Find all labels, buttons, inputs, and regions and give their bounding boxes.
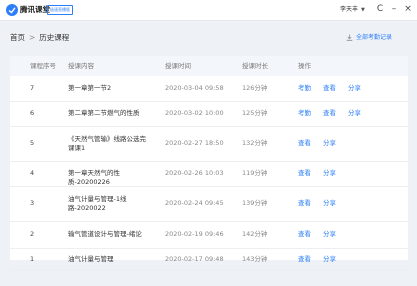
header-course-no: 课程序号 [30,62,56,70]
course-name: 第一章天然气的性质-20200226 [68,169,120,186]
course-duration: 132分钟 [242,139,268,147]
refresh-icon[interactable]: C [375,3,385,16]
breadcrumb-current: 历史课程 [39,33,70,42]
header-time: 授课时间 [165,62,191,70]
course-duration: 125分钟 [242,109,268,117]
table-header: 课程序号 授课内容 授课时间 授课时长 操作 [10,56,408,76]
course-duration: 119分钟 [242,169,268,177]
course-name: 油气计量与管理-1线路-2020022 [68,194,127,212]
view-link[interactable]: 查看 [298,126,311,161]
share-link[interactable]: 分享 [323,186,336,221]
header-duration: 授课时长 [242,62,268,70]
breadcrumb-separator: > [29,33,36,42]
table-row: 3 油气计量与管理-1线路-2020022 2020-02-24 09:45 139分… [10,186,408,222]
share-link[interactable]: 分享 [348,101,361,126]
download-icon [346,34,353,41]
view-link[interactable]: 查看 [323,76,336,101]
tencent-classroom-logo-icon [6,4,18,16]
course-name: 第二章第二节燃气的性质 [68,109,140,117]
course-name: 输气管道设计与管理-绪论 [68,230,142,238]
course-time: 2020-02-27 18:50 [165,139,224,147]
title-bar: 腾讯课堂 极速直播版 李天丰 ▼ C – × [0,0,417,21]
share-link[interactable]: 分享 [323,126,336,161]
course-duration: 143分钟 [242,255,268,263]
course-no: 1 [30,255,35,263]
table-row: 4 第一章天然气的性质-20200226 2020-02-26 10:03 119分钟… [10,161,408,187]
table-row: 1 油气计量与管理 2020-02-17 09:48 143分钟 查看 分享 [10,248,408,271]
course-duration: 142分钟 [242,230,268,238]
course-time: 2020-02-24 09:45 [165,199,224,207]
view-link[interactable]: 查看 [298,248,311,270]
share-link[interactable]: 分享 [323,221,336,248]
course-time: 2020-02-19 09:46 [165,230,224,238]
table-row: 2 输气管道设计与管理-绪论 2020-02-19 09:46 142分钟 查看 分享 [10,221,408,249]
export-attendance-link[interactable]: 全部考勤记录 [346,33,393,43]
course-duration: 126分钟 [242,84,268,92]
share-link[interactable]: 分享 [323,248,336,270]
edition-badge: 极速直播版 [47,5,73,15]
minimize-button[interactable]: – [389,3,399,16]
app-title: 腾讯课堂 [20,5,50,14]
export-label: 全部考勤记录 [356,34,393,41]
course-no: 3 [30,199,35,207]
share-link[interactable]: 分享 [348,76,361,101]
close-button[interactable]: × [403,3,413,16]
table-row: 6 第二章第二节燃气的性质 2020-03-02 10:00 125分钟 考勤 查看 分享 [10,101,408,127]
history-course-table: 课程序号 授课内容 授课时间 授课时长 操作 7 第一章第一节2 2020-03-0… [10,56,408,271]
attendance-link[interactable]: 考勤 [298,76,311,101]
course-time: 2020-02-17 09:48 [165,255,224,263]
course-name: 油气计量与管理 [68,254,114,263]
breadcrumb: 首页 > 历史课程 [10,32,69,44]
course-name: 《天然气管输》线路公选完课课1 [68,134,146,152]
attendance-link[interactable]: 考勤 [298,101,311,126]
breadcrumb-home[interactable]: 首页 [10,33,25,42]
table-row: 7 第一章第一节2 2020-03-04 09:58 126分钟 考勤 查看 分享 [10,76,408,102]
course-time: 2020-02-26 10:03 [165,169,224,177]
view-link[interactable]: 查看 [298,221,311,248]
course-duration: 139分钟 [242,199,268,207]
course-no: 4 [30,169,35,177]
header-actions: 操作 [298,62,311,70]
course-time: 2020-03-04 09:58 [165,84,224,92]
course-name: 第一章第一节2 [68,84,112,92]
course-no: 5 [30,139,35,147]
course-no: 6 [30,109,35,117]
course-no: 2 [30,230,35,238]
share-link[interactable]: 分享 [323,161,336,186]
header-content: 授课内容 [68,62,94,70]
user-menu-caret-icon[interactable]: ▼ [361,5,365,15]
table-row: 5 《天然气管输》线路公选完课课1 2020-02-27 18:50 132分钟 查看分… [10,126,408,162]
view-link[interactable]: 查看 [298,161,311,186]
course-time: 2020-03-02 10:00 [165,109,224,117]
view-link[interactable]: 查看 [298,186,311,221]
user-name[interactable]: 李天丰 [340,4,358,16]
course-no: 7 [30,84,35,92]
view-link[interactable]: 查看 [323,101,336,126]
